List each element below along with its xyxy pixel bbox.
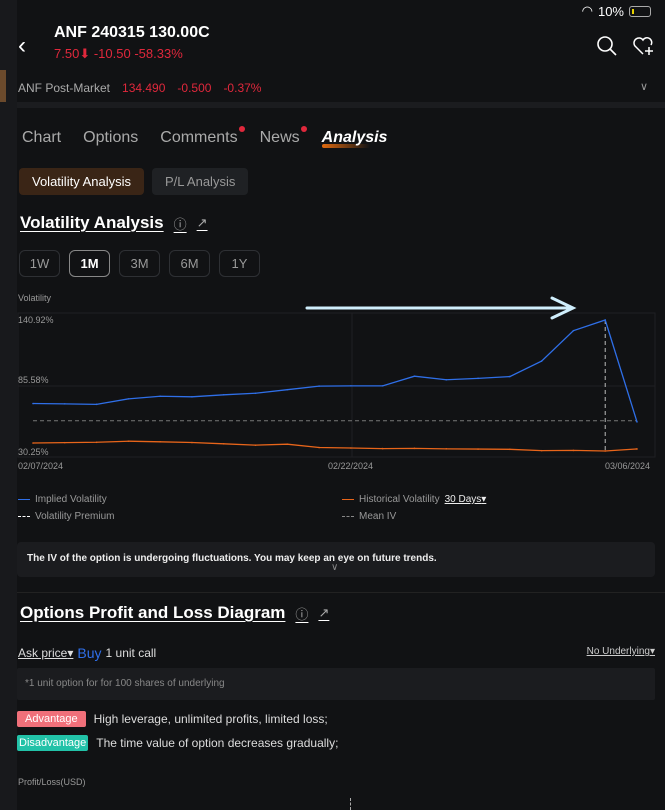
hv-data-point [159,441,161,443]
legend-hv: Historical Volatility 30 Days▾ [342,494,486,505]
iv-data-point [381,385,384,387]
hv-period-dropdown[interactable]: 30 Days▾ [445,494,487,505]
pl-ylabel: Profit/Loss(USD) [18,777,86,787]
iv-data-point [63,403,66,405]
iv-data-point [32,402,34,405]
iv-data-point [127,398,130,400]
iv-data-point [636,421,638,423]
underlying-dropdown[interactable]: No Underlying▾ [587,646,655,657]
price-type-value: Ask price [18,646,68,660]
iv-data-point [286,388,289,391]
unit-hint: *1 unit option for for 100 shares of und… [17,668,655,700]
hv-data-point [32,442,34,444]
legend-iv: Implied Volatility [18,494,107,505]
iv-data-point [95,403,98,406]
iv-data-point [222,394,225,396]
trade-side[interactable]: Buy [77,645,101,661]
iv-data-point [477,377,479,380]
hv-data-point [445,448,448,450]
strategy-desc: 1 unit call [105,646,157,660]
advantage-row: Advantage High leverage, unlimited profi… [17,711,328,727]
hv-data-point [604,450,607,452]
hv-data-point [413,447,416,450]
iv-data-point [445,378,448,381]
iv-data-point [191,396,193,398]
legend-premium: Volatility Premium [18,511,114,522]
pl-section-header: Options Profit and Loss Diagram ⓘ ↗ [20,603,329,623]
iv-data-point [540,360,543,362]
hv-data-point [477,448,479,450]
iv-data-point [159,395,161,398]
section-title: Options Profit and Loss Diagram [20,603,286,622]
iv-data-point [509,375,511,378]
annotation-arrow [305,296,577,320]
iv-data-point [413,375,416,378]
strategy-line: Ask price▾ Buy 1 unit call [18,645,156,661]
share-icon[interactable]: ↗ [318,605,329,621]
iv-data-point [572,329,575,332]
iv-data-point [254,392,257,395]
hv-data-point [63,441,66,444]
legend-swatch [342,516,354,517]
advantage-badge: Advantage [17,711,86,727]
hint-text: *1 unit option for for 100 shares of und… [25,678,225,689]
legend-label: Historical Volatility [359,494,440,505]
hv-data-point [127,440,130,443]
legend-swatch [18,499,30,500]
pl-current-price-line [350,798,351,810]
hv-data-point [350,447,352,449]
iv-data-point [318,385,320,387]
iv-data-point [350,385,352,387]
legend-label: Volatility Premium [35,511,115,522]
disadvantage-text: The time value of option decreases gradu… [96,736,339,750]
advantage-text: High leverage, unlimited profits, limite… [93,712,328,726]
hv-data-point [636,448,638,450]
hv-data-point [318,446,320,449]
legend-swatch [342,499,354,500]
hv-data-point [286,443,289,445]
disadvantage-row: Disadvantage The time value of option de… [17,735,338,751]
iv-data-point [604,319,607,321]
hv-data-point [381,447,384,450]
price-type-dropdown[interactable]: Ask price▾ [18,646,73,660]
hv-series-line [32,440,638,452]
hv-data-point [254,444,257,446]
hv-data-point [95,441,98,444]
hv-data-point [509,448,511,451]
divider [17,592,665,593]
note-text: The IV of the option is undergoing fluct… [27,553,437,564]
disadvantage-badge: Disadvantage [17,735,89,751]
legend-label: Implied Volatility [35,494,107,505]
iv-series-line [32,319,638,423]
hv-data-point [191,441,193,444]
expand-chevron-icon[interactable]: ∨ [331,562,338,573]
hv-data-point [222,443,225,445]
hv-data-point [540,449,543,452]
legend-label: Mean IV [359,511,397,522]
info-icon[interactable]: ⓘ [295,604,308,623]
underlying-value: No Underlying [586,646,650,657]
legend-swatch [18,516,30,517]
volatility-chart[interactable] [0,0,665,480]
legend-mean-iv: Mean IV [342,511,396,522]
hv-period-value: 30 Days [444,494,482,505]
plot-border [17,312,656,458]
hv-data-point [572,449,575,452]
